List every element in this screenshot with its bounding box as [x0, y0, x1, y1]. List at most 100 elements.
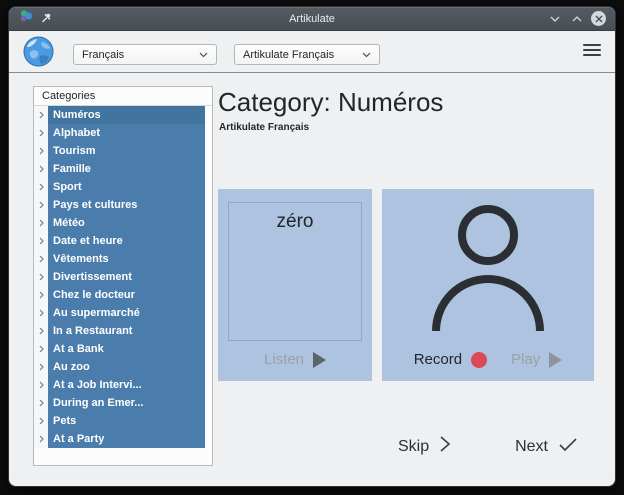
language-select[interactable]: Français	[73, 44, 217, 65]
category-item-label: Au zoo	[48, 358, 205, 376]
chevron-right-icon[interactable]	[34, 394, 48, 412]
category-item[interactable]: Pays et cultures	[34, 196, 205, 214]
category-item[interactable]: Divertissement	[34, 268, 205, 286]
record-icon	[471, 352, 487, 368]
record-button[interactable]: Record	[414, 351, 487, 368]
course-select[interactable]: Artikulate Français	[234, 44, 380, 65]
titlebar[interactable]: Artikulate	[9, 7, 615, 31]
pin-icon[interactable]	[41, 10, 52, 28]
app-icon	[19, 9, 33, 28]
category-item-label: Pays et cultures	[48, 196, 205, 214]
toolbar: Français Artikulate Français	[9, 31, 615, 73]
navigation-row: Skip Next	[382, 435, 594, 458]
app-window: Artikulate	[8, 6, 616, 487]
phrase-text: zéro	[229, 211, 361, 233]
category-item-label: At a Party	[48, 430, 205, 448]
play-label: Play	[511, 351, 540, 368]
maximize-icon[interactable]	[569, 11, 584, 26]
chevron-right-icon[interactable]	[34, 124, 48, 142]
category-item-label: Numéros	[48, 106, 205, 124]
category-item[interactable]: Météo	[34, 214, 205, 232]
window-title: Artikulate	[179, 13, 445, 25]
minimize-icon[interactable]	[547, 11, 562, 26]
skip-label: Skip	[398, 438, 429, 456]
record-card: Record Play	[382, 189, 594, 381]
desktop: { "window": { "title": "Artikulate" }, "…	[0, 0, 624, 495]
category-item-label: Date et heure	[48, 232, 205, 250]
category-item[interactable]: Numéros	[34, 106, 205, 124]
category-item-label: Divertissement	[48, 268, 205, 286]
chevron-down-icon	[362, 49, 371, 61]
listen-label: Listen	[264, 351, 304, 368]
category-item-label: Au supermarché	[48, 304, 205, 322]
category-item-label: Chez le docteur	[48, 286, 205, 304]
person-icon	[382, 203, 594, 335]
next-button[interactable]: Next	[515, 435, 578, 458]
category-item-label: In a Restaurant	[48, 322, 205, 340]
chevron-right-icon[interactable]	[34, 376, 48, 394]
category-item[interactable]: Sport	[34, 178, 205, 196]
chevron-right-icon[interactable]	[34, 196, 48, 214]
close-icon[interactable]	[591, 11, 606, 26]
next-label: Next	[515, 438, 548, 456]
chevron-right-icon[interactable]	[34, 160, 48, 178]
category-item[interactable]: Au zoo	[34, 358, 205, 376]
chevron-right-icon[interactable]	[34, 250, 48, 268]
category-item[interactable]: Pets	[34, 412, 205, 430]
hamburger-menu-icon[interactable]	[583, 43, 601, 57]
chevron-right-icon[interactable]	[34, 142, 48, 160]
skip-button[interactable]: Skip	[398, 435, 451, 458]
chevron-right-icon[interactable]	[34, 322, 48, 340]
category-item-label: Tourism	[48, 142, 205, 160]
category-item[interactable]: Chez le docteur	[34, 286, 205, 304]
category-item-label: Vêtements	[48, 250, 205, 268]
category-item[interactable]: Date et heure	[34, 232, 205, 250]
category-item[interactable]: At a Bank	[34, 340, 205, 358]
language-select-value: Français	[82, 49, 124, 61]
categories-header: Categories	[34, 87, 212, 106]
category-item-label: At a Bank	[48, 340, 205, 358]
next-check-icon	[558, 437, 578, 457]
category-item-label: Famille	[48, 160, 205, 178]
category-item-label: Sport	[48, 178, 205, 196]
chevron-right-icon[interactable]	[34, 106, 48, 124]
category-item-label: Alphabet	[48, 124, 205, 142]
category-item[interactable]: Alphabet	[34, 124, 205, 142]
category-item[interactable]: During an Emer...	[34, 394, 205, 412]
listen-button[interactable]: Listen	[264, 351, 326, 368]
categories-list: Numéros Alphabet Tourism	[34, 106, 212, 448]
phrase-card: zéro Listen	[218, 189, 372, 381]
course-subtitle: Artikulate Français	[219, 122, 309, 133]
category-item[interactable]: In a Restaurant	[34, 322, 205, 340]
chevron-right-icon[interactable]	[34, 232, 48, 250]
course-select-value: Artikulate Français	[243, 49, 334, 61]
record-label: Record	[414, 351, 462, 368]
chevron-right-icon[interactable]	[34, 304, 48, 322]
category-item[interactable]: Vêtements	[34, 250, 205, 268]
skip-chevron-icon	[439, 435, 451, 458]
category-item[interactable]: Tourism	[34, 142, 205, 160]
chevron-right-icon[interactable]	[34, 286, 48, 304]
chevron-right-icon[interactable]	[34, 178, 48, 196]
category-item-label: Météo	[48, 214, 205, 232]
chevron-right-icon[interactable]	[34, 214, 48, 232]
chevron-right-icon[interactable]	[34, 358, 48, 376]
chevron-down-icon	[199, 49, 208, 61]
category-item-label: During an Emer...	[48, 394, 205, 412]
category-item[interactable]: Famille	[34, 160, 205, 178]
category-item[interactable]: At a Job Intervi...	[34, 376, 205, 394]
globe-icon	[23, 36, 54, 72]
categories-panel: Categories Numéros Alphabet	[33, 86, 213, 466]
category-item[interactable]: Au supermarché	[34, 304, 205, 322]
category-item[interactable]: At a Party	[34, 430, 205, 448]
page-title: Category: Numéros	[218, 87, 443, 118]
chevron-right-icon[interactable]	[34, 340, 48, 358]
chevron-right-icon[interactable]	[34, 430, 48, 448]
play-icon	[549, 352, 562, 368]
category-item-label: At a Job Intervi...	[48, 376, 205, 394]
listen-play-icon	[313, 352, 326, 368]
chevron-right-icon[interactable]	[34, 268, 48, 286]
chevron-right-icon[interactable]	[34, 412, 48, 430]
play-button[interactable]: Play	[511, 351, 562, 368]
phrase-box: zéro	[228, 202, 362, 341]
